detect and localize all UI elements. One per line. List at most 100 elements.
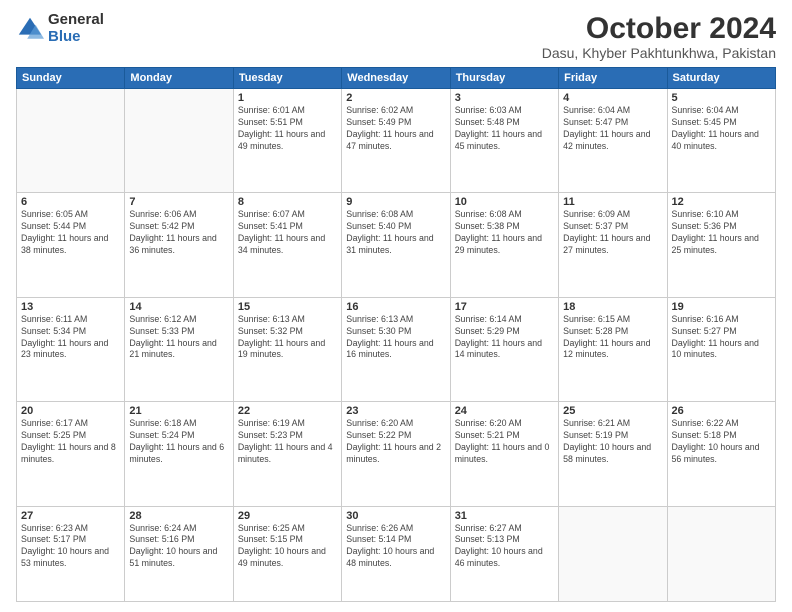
day-number: 18 [563, 301, 662, 313]
table-row: 4Sunrise: 6:04 AMSunset: 5:47 PMDaylight… [559, 89, 667, 193]
day-info: Sunrise: 6:10 AMSunset: 5:36 PMDaylight:… [672, 209, 771, 257]
day-info: Sunrise: 6:12 AMSunset: 5:33 PMDaylight:… [129, 314, 228, 362]
day-info: Sunrise: 6:06 AMSunset: 5:42 PMDaylight:… [129, 209, 228, 257]
day-info: Sunrise: 6:25 AMSunset: 5:15 PMDaylight:… [238, 523, 337, 571]
col-thursday: Thursday [450, 68, 558, 89]
table-row: 26Sunrise: 6:22 AMSunset: 5:18 PMDayligh… [667, 402, 775, 506]
col-saturday: Saturday [667, 68, 775, 89]
day-number: 23 [346, 405, 445, 417]
day-info: Sunrise: 6:14 AMSunset: 5:29 PMDaylight:… [455, 314, 554, 362]
day-info: Sunrise: 6:15 AMSunset: 5:28 PMDaylight:… [563, 314, 662, 362]
table-row: 29Sunrise: 6:25 AMSunset: 5:15 PMDayligh… [233, 506, 341, 602]
calendar-header-row: Sunday Monday Tuesday Wednesday Thursday… [17, 68, 776, 89]
table-row: 28Sunrise: 6:24 AMSunset: 5:16 PMDayligh… [125, 506, 233, 602]
table-row: 21Sunrise: 6:18 AMSunset: 5:24 PMDayligh… [125, 402, 233, 506]
day-info: Sunrise: 6:08 AMSunset: 5:40 PMDaylight:… [346, 209, 445, 257]
table-row [125, 89, 233, 193]
day-info: Sunrise: 6:05 AMSunset: 5:44 PMDaylight:… [21, 209, 120, 257]
day-info: Sunrise: 6:07 AMSunset: 5:41 PMDaylight:… [238, 209, 337, 257]
day-number: 29 [238, 510, 337, 522]
day-number: 31 [455, 510, 554, 522]
day-info: Sunrise: 6:11 AMSunset: 5:34 PMDaylight:… [21, 314, 120, 362]
table-row: 18Sunrise: 6:15 AMSunset: 5:28 PMDayligh… [559, 297, 667, 401]
day-number: 16 [346, 301, 445, 313]
day-info: Sunrise: 6:20 AMSunset: 5:21 PMDaylight:… [455, 418, 554, 466]
day-info: Sunrise: 6:02 AMSunset: 5:49 PMDaylight:… [346, 105, 445, 153]
table-row: 5Sunrise: 6:04 AMSunset: 5:45 PMDaylight… [667, 89, 775, 193]
day-info: Sunrise: 6:09 AMSunset: 5:37 PMDaylight:… [563, 209, 662, 257]
table-row: 11Sunrise: 6:09 AMSunset: 5:37 PMDayligh… [559, 193, 667, 297]
table-row: 31Sunrise: 6:27 AMSunset: 5:13 PMDayligh… [450, 506, 558, 602]
day-info: Sunrise: 6:18 AMSunset: 5:24 PMDaylight:… [129, 418, 228, 466]
day-info: Sunrise: 6:13 AMSunset: 5:32 PMDaylight:… [238, 314, 337, 362]
day-info: Sunrise: 6:04 AMSunset: 5:45 PMDaylight:… [672, 105, 771, 153]
day-number: 19 [672, 301, 771, 313]
day-info: Sunrise: 6:17 AMSunset: 5:25 PMDaylight:… [21, 418, 120, 466]
table-row: 25Sunrise: 6:21 AMSunset: 5:19 PMDayligh… [559, 402, 667, 506]
table-row: 27Sunrise: 6:23 AMSunset: 5:17 PMDayligh… [17, 506, 125, 602]
day-number: 24 [455, 405, 554, 417]
col-sunday: Sunday [17, 68, 125, 89]
month-title: October 2024 [542, 12, 776, 45]
table-row: 17Sunrise: 6:14 AMSunset: 5:29 PMDayligh… [450, 297, 558, 401]
day-number: 8 [238, 196, 337, 208]
day-info: Sunrise: 6:20 AMSunset: 5:22 PMDaylight:… [346, 418, 445, 466]
day-info: Sunrise: 6:03 AMSunset: 5:48 PMDaylight:… [455, 105, 554, 153]
table-row: 23Sunrise: 6:20 AMSunset: 5:22 PMDayligh… [342, 402, 450, 506]
calendar-table: Sunday Monday Tuesday Wednesday Thursday… [16, 67, 776, 602]
table-row: 19Sunrise: 6:16 AMSunset: 5:27 PMDayligh… [667, 297, 775, 401]
day-number: 9 [346, 196, 445, 208]
table-row [667, 506, 775, 602]
day-number: 17 [455, 301, 554, 313]
day-number: 2 [346, 92, 445, 104]
table-row: 20Sunrise: 6:17 AMSunset: 5:25 PMDayligh… [17, 402, 125, 506]
day-number: 12 [672, 196, 771, 208]
day-number: 21 [129, 405, 228, 417]
table-row: 10Sunrise: 6:08 AMSunset: 5:38 PMDayligh… [450, 193, 558, 297]
title-block: October 2024 Dasu, Khyber Pakhtunkhwa, P… [542, 12, 776, 61]
table-row: 3Sunrise: 6:03 AMSunset: 5:48 PMDaylight… [450, 89, 558, 193]
table-row [17, 89, 125, 193]
day-info: Sunrise: 6:16 AMSunset: 5:27 PMDaylight:… [672, 314, 771, 362]
day-number: 15 [238, 301, 337, 313]
col-tuesday: Tuesday [233, 68, 341, 89]
table-row: 7Sunrise: 6:06 AMSunset: 5:42 PMDaylight… [125, 193, 233, 297]
logo-icon [16, 15, 44, 43]
header: General Blue October 2024 Dasu, Khyber P… [16, 12, 776, 61]
day-number: 7 [129, 196, 228, 208]
table-row: 22Sunrise: 6:19 AMSunset: 5:23 PMDayligh… [233, 402, 341, 506]
day-number: 22 [238, 405, 337, 417]
col-monday: Monday [125, 68, 233, 89]
day-number: 25 [563, 405, 662, 417]
day-info: Sunrise: 6:21 AMSunset: 5:19 PMDaylight:… [563, 418, 662, 466]
table-row: 9Sunrise: 6:08 AMSunset: 5:40 PMDaylight… [342, 193, 450, 297]
day-info: Sunrise: 6:01 AMSunset: 5:51 PMDaylight:… [238, 105, 337, 153]
table-row: 12Sunrise: 6:10 AMSunset: 5:36 PMDayligh… [667, 193, 775, 297]
day-number: 28 [129, 510, 228, 522]
day-number: 14 [129, 301, 228, 313]
day-info: Sunrise: 6:23 AMSunset: 5:17 PMDaylight:… [21, 523, 120, 571]
day-number: 3 [455, 92, 554, 104]
day-info: Sunrise: 6:22 AMSunset: 5:18 PMDaylight:… [672, 418, 771, 466]
logo-general-text: General [48, 12, 104, 29]
table-row: 1Sunrise: 6:01 AMSunset: 5:51 PMDaylight… [233, 89, 341, 193]
day-number: 30 [346, 510, 445, 522]
day-info: Sunrise: 6:08 AMSunset: 5:38 PMDaylight:… [455, 209, 554, 257]
table-row: 14Sunrise: 6:12 AMSunset: 5:33 PMDayligh… [125, 297, 233, 401]
day-number: 20 [21, 405, 120, 417]
location-title: Dasu, Khyber Pakhtunkhwa, Pakistan [542, 45, 776, 61]
day-number: 1 [238, 92, 337, 104]
table-row: 13Sunrise: 6:11 AMSunset: 5:34 PMDayligh… [17, 297, 125, 401]
table-row: 30Sunrise: 6:26 AMSunset: 5:14 PMDayligh… [342, 506, 450, 602]
table-row: 2Sunrise: 6:02 AMSunset: 5:49 PMDaylight… [342, 89, 450, 193]
table-row: 6Sunrise: 6:05 AMSunset: 5:44 PMDaylight… [17, 193, 125, 297]
day-info: Sunrise: 6:26 AMSunset: 5:14 PMDaylight:… [346, 523, 445, 571]
day-info: Sunrise: 6:24 AMSunset: 5:16 PMDaylight:… [129, 523, 228, 571]
page: General Blue October 2024 Dasu, Khyber P… [0, 0, 792, 612]
day-number: 4 [563, 92, 662, 104]
day-number: 27 [21, 510, 120, 522]
day-number: 10 [455, 196, 554, 208]
day-info: Sunrise: 6:27 AMSunset: 5:13 PMDaylight:… [455, 523, 554, 571]
col-wednesday: Wednesday [342, 68, 450, 89]
logo-blue-text: Blue [48, 29, 104, 46]
